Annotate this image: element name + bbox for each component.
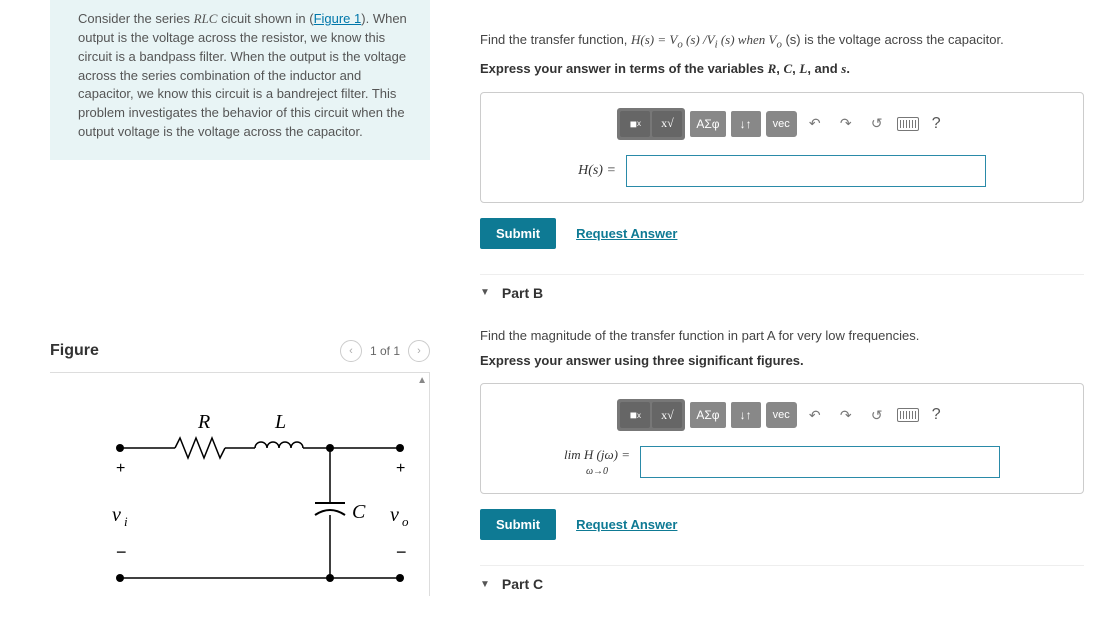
greek-button[interactable]: ΑΣφ	[690, 111, 725, 137]
part-b-toolbar: ■x x√ ΑΣφ ↓↑ vec ↶ ↷ ↺ ?	[501, 399, 1063, 431]
problem-intro: Consider the series RLC cicuit shown in …	[50, 0, 430, 160]
part-a-answer-card: ■x x√ ΑΣφ ↓↑ vec ↶ ↷ ↺ ? H(s) =	[480, 92, 1084, 203]
svg-text:o: o	[402, 514, 409, 529]
svg-text:R: R	[197, 411, 210, 433]
part-b-header[interactable]: ▼ Part B	[480, 274, 1084, 311]
subscript-button[interactable]: ↓↑	[731, 402, 761, 428]
vec-button[interactable]: vec	[766, 402, 797, 428]
figure-prev-button[interactable]: ‹	[340, 340, 362, 362]
part-b-answer-label: lim H (jω) = ω→0	[564, 447, 630, 478]
sqrt-button[interactable]: x√	[652, 111, 682, 137]
svg-text:C: C	[352, 501, 366, 523]
vec-button[interactable]: vec	[766, 111, 797, 137]
templates-button[interactable]: ■x	[620, 111, 650, 137]
part-b-question: Find the magnitude of the transfer funct…	[480, 326, 1084, 346]
part-b-answer-card: ■x x√ ΑΣφ ↓↑ vec ↶ ↷ ↺ ? lim H (jω) = ω→…	[480, 383, 1084, 494]
svg-text:+: +	[396, 460, 405, 477]
part-a-toolbar: ■x x√ ΑΣφ ↓↑ vec ↶ ↷ ↺ ?	[501, 108, 1063, 140]
figure-title: Figure	[50, 342, 99, 360]
part-c-header[interactable]: ▼ Part C	[480, 565, 1084, 602]
part-a-instruction: Express your answer in terms of the vari…	[480, 61, 1084, 77]
sqrt-button[interactable]: x√	[652, 402, 682, 428]
part-a-question: Find the transfer function, H(s) = Vo (s…	[480, 30, 1084, 53]
svg-text:−: −	[116, 542, 127, 562]
figure-header: Figure ‹ 1 of 1 ›	[50, 340, 430, 373]
figure-link[interactable]: Figure 1	[314, 11, 362, 26]
undo-button[interactable]: ↶	[802, 402, 828, 428]
figure-next-button[interactable]: ›	[408, 340, 430, 362]
part-b-answer-input[interactable]	[640, 446, 1000, 478]
undo-button[interactable]: ↶	[802, 111, 828, 137]
scroll-up-icon[interactable]: ▲	[417, 375, 427, 386]
figure-body: ▲	[50, 373, 430, 596]
part-a-answer-label: H(s) =	[578, 163, 616, 179]
greek-button[interactable]: ΑΣφ	[690, 402, 725, 428]
redo-button[interactable]: ↷	[833, 111, 859, 137]
part-c-title: Part C	[502, 576, 543, 592]
svg-text:i: i	[124, 514, 128, 529]
part-a-submit-button[interactable]: Submit	[480, 218, 556, 249]
svg-text:L: L	[274, 411, 286, 433]
keyboard-icon[interactable]	[895, 111, 921, 137]
keyboard-icon[interactable]	[895, 402, 921, 428]
part-b-instruction: Express your answer using three signific…	[480, 353, 1084, 368]
part-b-request-answer-link[interactable]: Request Answer	[576, 517, 677, 532]
templates-button[interactable]: ■x	[620, 402, 650, 428]
svg-text:−: −	[396, 542, 407, 562]
svg-text:+: +	[116, 460, 125, 477]
figure-counter: 1 of 1	[370, 344, 400, 358]
caret-down-icon: ▼	[480, 579, 490, 590]
svg-text:v: v	[112, 504, 121, 526]
part-b-title: Part B	[502, 285, 543, 301]
help-button[interactable]: ?	[926, 406, 947, 424]
svg-text:v: v	[390, 504, 399, 526]
caret-down-icon: ▼	[480, 287, 490, 298]
part-a-request-answer-link[interactable]: Request Answer	[576, 226, 677, 241]
reset-button[interactable]: ↺	[864, 111, 890, 137]
redo-button[interactable]: ↷	[833, 402, 859, 428]
subscript-button[interactable]: ↓↑	[731, 111, 761, 137]
part-a-answer-input[interactable]	[626, 155, 986, 187]
part-b-submit-button[interactable]: Submit	[480, 509, 556, 540]
circuit-diagram: R L C + − + − v i v o	[80, 393, 410, 593]
reset-button[interactable]: ↺	[864, 402, 890, 428]
help-button[interactable]: ?	[926, 115, 947, 133]
